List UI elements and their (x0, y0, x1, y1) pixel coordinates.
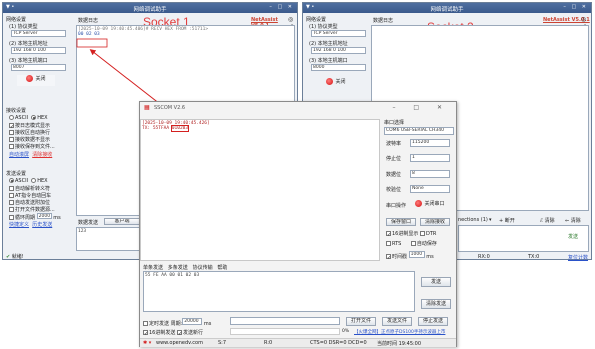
hex-send-option[interactable]: ✓16进制发送 ✓发送新行 (143, 329, 203, 337)
period-input[interactable]: 20000 (182, 318, 203, 325)
data-bits-label: 数据位 (386, 172, 402, 178)
file-path-input[interactable] (230, 317, 340, 325)
highlight-box-recv (76, 38, 108, 48)
baud-label: 波特率 (386, 141, 402, 147)
save-window-button[interactable]: 保存窗口 (386, 218, 416, 226)
timestamp-option[interactable]: ✓时间戳 1000 ms (386, 251, 434, 261)
status-lines: CTS=0 DSR=0 DCD=0 (310, 340, 367, 346)
status-url[interactable]: www.openedv.com (156, 340, 203, 346)
timestamp-input[interactable]: 1000 (408, 251, 425, 258)
sscom-send-area[interactable]: 55 FE AA 00 01 02 03 (143, 271, 415, 312)
checkbox-icon[interactable]: ✓ (143, 330, 148, 337)
sscom-send-button[interactable]: 发送 (421, 277, 451, 287)
stop-select[interactable]: 1 (410, 154, 450, 162)
checkbox-icon[interactable] (143, 321, 148, 326)
parity-select[interactable]: None (410, 185, 450, 193)
rts-option[interactable]: RTS 自动保存 (386, 240, 437, 247)
checkbox-icon[interactable]: ✓ (386, 231, 391, 238)
sscom-title: SSCOM V2.6 (154, 105, 186, 111)
port-op-label: 串口操作 (386, 203, 407, 209)
status-time: 当前时间 19:45:00 (377, 341, 422, 347)
sscom-log-line2: TX: 55TFAA 010203 (142, 125, 190, 132)
send-file-button[interactable]: 发送文件 (382, 317, 412, 326)
ad-ok: 0% (342, 329, 350, 334)
sscom-receive-area[interactable]: [2025-10-09 19:40:45.426] TX: 55TFAA 010… (140, 119, 380, 261)
status-sent: S:7 (218, 340, 227, 346)
sscom-app-icon: ▦ (144, 104, 150, 111)
stop-label: 停止位 (386, 156, 402, 162)
baud-select[interactable]: 115200 (410, 139, 450, 147)
data-bits-select[interactable]: 8 (410, 170, 450, 178)
port-select[interactable]: COM6 USB-SERIAL CH340 (384, 127, 454, 135)
clear-recv-button[interactable]: 清除接收 (420, 218, 450, 226)
checkbox-icon[interactable] (419, 231, 425, 236)
port-select-label: 串口选择 (384, 120, 405, 126)
open-file-button[interactable]: 打开文件 (346, 317, 376, 326)
stop-send-button[interactable]: 停止发送 (418, 317, 448, 326)
sscom-titlebar[interactable]: ▦ SSCOM V2.6 – □ ✕ (140, 102, 456, 114)
sscom-window: ▦ SSCOM V2.6 – □ ✕ [2025-10-09 19:40:45.… (139, 101, 457, 347)
progress-bar (230, 328, 340, 335)
timed-send-option[interactable]: 定时发送 周期: 20000 ms (143, 318, 211, 327)
status-recv: R:0 (264, 340, 273, 346)
ad-link[interactable]: 【火爆全网】正点原子DS100手持示波器上市 (354, 329, 445, 335)
gear-icon[interactable]: ✱ ▾ (143, 340, 151, 346)
sscom-clear-send-button[interactable]: 清除发送 (421, 299, 451, 309)
hex-display-option[interactable]: ✓16进制显示 DTR (386, 230, 436, 238)
sscom-window-controls-icon[interactable]: – □ ✕ (392, 104, 450, 111)
checkbox-icon[interactable]: ✓ (176, 330, 182, 337)
sscom-tabs: 单条发送 多条发送 协议传输 帮助 (143, 264, 227, 271)
parity-label: 校验位 (386, 187, 402, 193)
highlight-box-tx: 010203 (170, 125, 190, 132)
checkbox-icon[interactable]: ✓ (386, 254, 391, 261)
close-port-button[interactable]: 关闭串口 (410, 200, 450, 210)
checkbox-icon[interactable] (386, 241, 391, 246)
sscom-status-bar: ✱ ▾ www.openedv.com S:7 R:0 CTS=0 DSR=0 … (140, 338, 456, 347)
red-dot-icon (415, 200, 423, 207)
checkbox-icon[interactable] (410, 241, 416, 246)
